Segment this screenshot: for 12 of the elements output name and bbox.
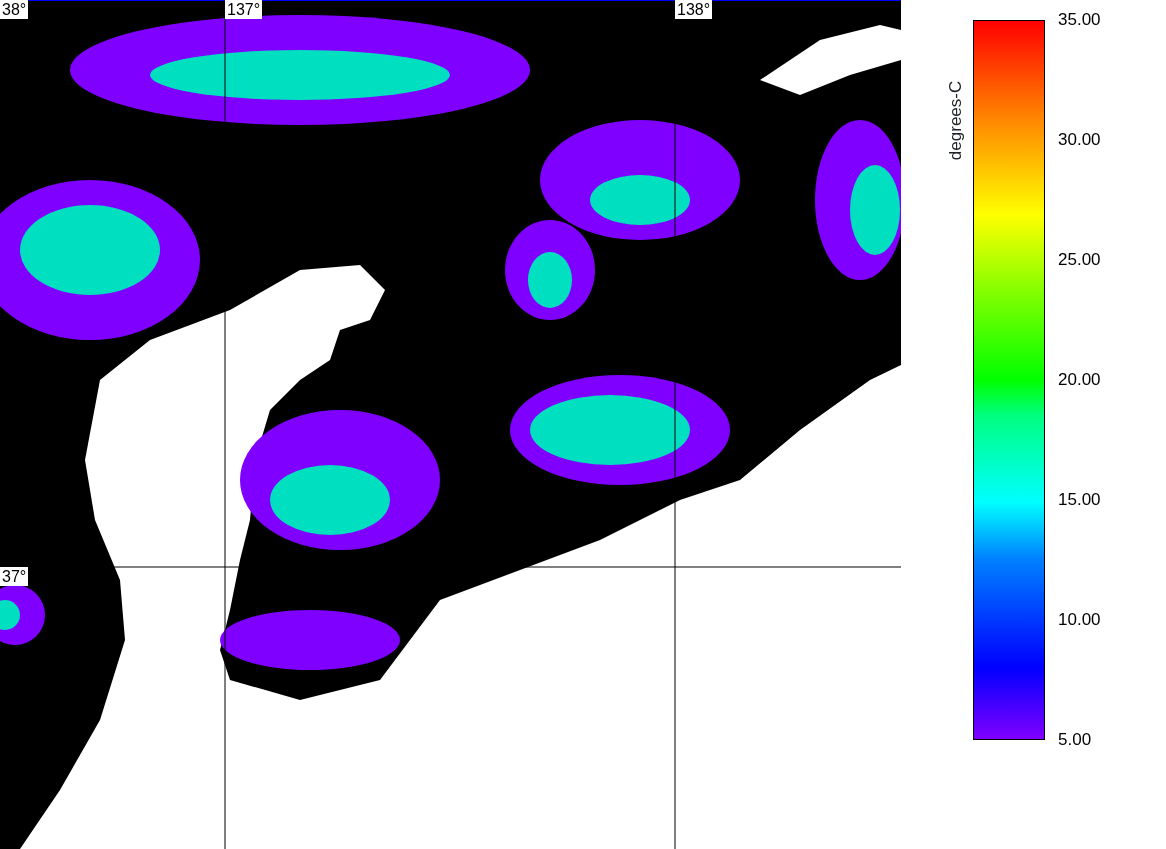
- scale-tick-label: 25.00: [1058, 250, 1101, 270]
- latitude-label: 37°: [0, 567, 29, 586]
- color-scale-title: degrees-C: [945, 80, 967, 161]
- longitude-label: 137°: [225, 0, 263, 19]
- scale-tick-label: 15.00: [1058, 490, 1101, 510]
- scale-tick-label: 30.00: [1058, 130, 1101, 150]
- scale-tick-label: 10.00: [1058, 610, 1101, 630]
- scale-tick-label: 35.00: [1058, 10, 1101, 30]
- scale-tick-label: 20.00: [1058, 370, 1101, 390]
- longitude-label: 138°: [675, 0, 713, 19]
- scale-tick-label: 5.00: [1058, 730, 1092, 750]
- latitude-label: 38°: [0, 0, 29, 19]
